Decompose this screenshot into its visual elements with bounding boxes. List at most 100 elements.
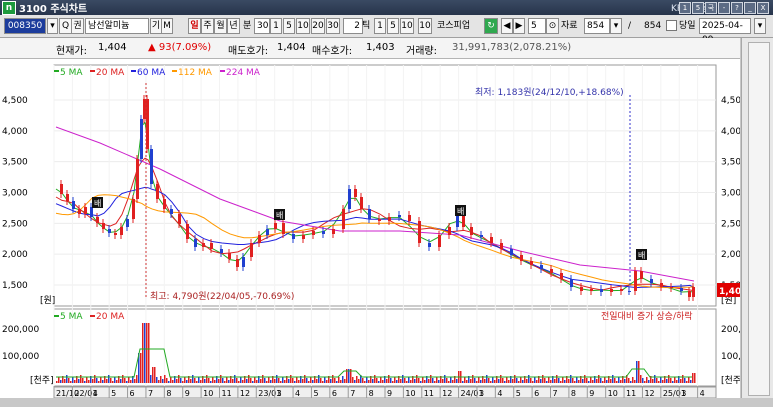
volume-bar xyxy=(596,379,598,383)
period-month-button[interactable]: 월 xyxy=(214,18,227,34)
tick-10b-button[interactable]: 10 xyxy=(418,18,432,34)
chart-panel[interactable]: 5 MA 20 MA 60 MA 112 MA 224 MA 4,500 4,00… xyxy=(0,59,758,399)
price-tick-right: 4,500 xyxy=(721,96,740,106)
volume-bar xyxy=(632,377,634,383)
volume-bar xyxy=(88,380,90,383)
volume-bar xyxy=(254,377,256,383)
help-button[interactable]: ? xyxy=(731,2,743,14)
same-day-checkbox[interactable] xyxy=(666,20,677,31)
volume-bar xyxy=(136,375,138,383)
volume-bar xyxy=(628,378,630,383)
date-label: 7 xyxy=(350,389,355,398)
price-tick-left: 1,500 xyxy=(2,281,28,291)
legend-20ma: 20 MA xyxy=(96,68,125,78)
period-week-button[interactable]: 주 xyxy=(201,18,214,34)
date-label: 5 xyxy=(313,389,318,398)
volume-bar xyxy=(516,378,518,383)
legend-5ma: 5 MA xyxy=(60,68,83,78)
minute-1-button[interactable]: 1 xyxy=(270,18,282,34)
date-axis: 21/1022/014 5 6 7 8 9 10 11 12 23/013 4 5 6 7 8 9 10 11 12… xyxy=(53,386,717,399)
volume-bar xyxy=(582,379,584,383)
volume-bar xyxy=(160,376,162,383)
period-day-button[interactable]: 일 xyxy=(188,18,201,34)
volume-bar xyxy=(570,375,572,383)
minute-20-button[interactable]: 20 xyxy=(311,18,325,34)
tick-5-button[interactable]: 5 xyxy=(387,18,399,34)
pen-button[interactable]: 권 xyxy=(71,18,84,34)
data-total: 854 xyxy=(644,21,662,31)
volume-bar xyxy=(422,377,424,383)
volume-bar xyxy=(610,379,612,383)
volume-bar xyxy=(140,353,142,383)
window-button[interactable]: 국 xyxy=(705,2,717,14)
volume-bar xyxy=(156,377,158,383)
volume-bar xyxy=(424,380,426,383)
volume-bar xyxy=(670,378,672,383)
volume-bar xyxy=(288,379,290,383)
volume-bar xyxy=(408,377,410,383)
nav-right-icon[interactable]: ▶ xyxy=(513,18,525,34)
volume-bar xyxy=(410,380,412,383)
volume-bar xyxy=(556,375,558,383)
minute-30-button[interactable]: 30 xyxy=(326,18,340,34)
window-button[interactable]: - xyxy=(718,2,730,14)
volume-bar xyxy=(352,377,354,383)
volume-bar xyxy=(220,375,222,383)
apply-icon[interactable]: ⊙ xyxy=(546,18,559,34)
volume-bar xyxy=(372,379,374,383)
m-button[interactable]: M xyxy=(161,18,173,34)
minute-input[interactable]: 30 xyxy=(254,18,270,34)
volume-bar xyxy=(222,378,224,383)
stock-name-field[interactable]: 남선알미늄 xyxy=(85,18,149,34)
volume-bar xyxy=(606,380,608,383)
volume-bar xyxy=(562,377,564,383)
nav-left-icon[interactable]: ◀ xyxy=(501,18,513,34)
nav-step-input[interactable]: 5 xyxy=(528,18,546,34)
vertical-scrollbar[interactable] xyxy=(741,38,773,398)
volume-bar xyxy=(242,380,244,383)
date-label: 7 xyxy=(148,389,153,398)
refresh-icon[interactable]: ↻ xyxy=(484,18,498,34)
stock-chart[interactable]: 5 MA 20 MA 60 MA 112 MA 224 MA 4,500 4,00… xyxy=(0,59,758,399)
tick-1-button[interactable]: 1 xyxy=(374,18,386,34)
tick-input[interactable]: 2 xyxy=(343,18,363,34)
minute-5-button[interactable]: 5 xyxy=(283,18,295,34)
volume-bar xyxy=(212,377,214,383)
volume-bar xyxy=(488,378,490,383)
close-button[interactable]: X xyxy=(757,2,769,14)
code-dropdown-button[interactable]: ▾ xyxy=(47,18,58,34)
candle-body xyxy=(640,271,643,279)
volume-bar xyxy=(130,380,132,383)
minimize-button[interactable]: _ xyxy=(744,2,756,14)
candle-body xyxy=(530,261,533,265)
date-label: 11 xyxy=(424,389,434,398)
date-label: 3 xyxy=(681,389,686,398)
date-label: 4 xyxy=(497,389,502,398)
date-input[interactable]: 2025-04-09 xyxy=(699,18,751,45)
chevron-down-icon[interactable]: ▾ xyxy=(610,18,622,34)
volume-bar xyxy=(576,377,578,383)
price-tick-right: 4,000 xyxy=(721,127,740,137)
volume-bar xyxy=(642,378,644,383)
scrollbar-thumb[interactable] xyxy=(748,42,770,396)
volume-bar xyxy=(158,380,160,383)
volume-bar xyxy=(550,380,552,383)
window-button[interactable]: 5 xyxy=(692,2,704,14)
minute-10-button[interactable]: 10 xyxy=(296,18,310,34)
price-value: 1,404 xyxy=(98,42,127,53)
candle-body xyxy=(580,287,583,291)
calendar-dropdown-icon[interactable]: ▾ xyxy=(754,18,766,34)
candle-body xyxy=(156,184,159,199)
candle-body xyxy=(78,209,81,214)
data-count-select[interactable]: 854 xyxy=(584,18,610,34)
stock-code-input[interactable]: 008350 xyxy=(4,18,46,34)
volume-unit-right: [천주] xyxy=(721,375,740,386)
window-button[interactable]: 1 xyxy=(679,2,691,14)
volume-bar xyxy=(386,379,388,383)
period-year-button[interactable]: 년 xyxy=(227,18,240,34)
legend-60ma: 60 MA xyxy=(137,68,166,78)
tick-10-button[interactable]: 10 xyxy=(400,18,414,34)
marker-label: 배 xyxy=(276,211,283,220)
volume-bar xyxy=(110,378,112,383)
index-label: 코스피업 xyxy=(437,21,471,31)
